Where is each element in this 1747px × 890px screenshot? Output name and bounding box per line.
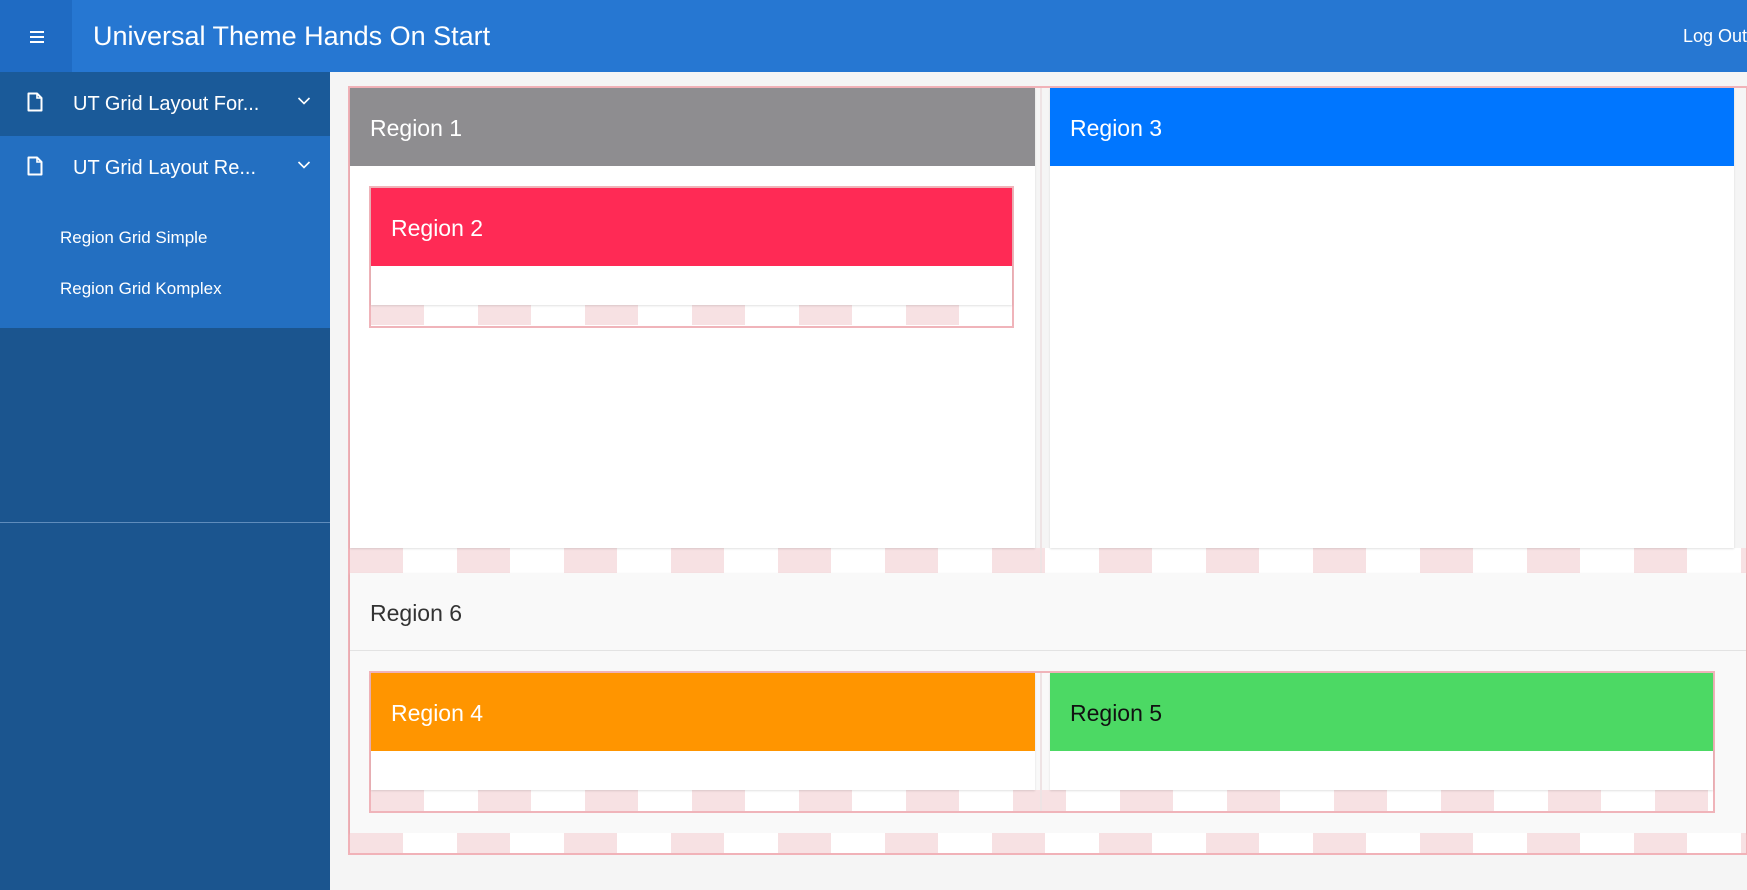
sidebar-subitem-region-grid-komplex[interactable]: Region Grid Komplex bbox=[60, 278, 222, 300]
region-2-header: Region 2 bbox=[371, 188, 1012, 266]
app-window: Universal Theme Hands On Start Log Out U… bbox=[0, 0, 1747, 890]
region-3: Region 3 bbox=[1050, 88, 1734, 548]
document-icon bbox=[27, 156, 43, 176]
grid-column-overlay bbox=[350, 833, 1746, 853]
region-2-title: Region 2 bbox=[391, 215, 484, 241]
chevron-down-icon[interactable] bbox=[297, 160, 311, 170]
region-4: Region 4 bbox=[371, 673, 1035, 790]
sidebar-subitem-region-grid-simple[interactable]: Region Grid Simple bbox=[60, 227, 207, 249]
region-6-title: Region 6 bbox=[370, 600, 463, 626]
sidebar-item-label: UT Grid Layout For... bbox=[73, 93, 260, 115]
region-1-title: Region 1 bbox=[370, 115, 463, 141]
region-3-header: Region 3 bbox=[1050, 88, 1734, 166]
sidebar-item-ut-grid-layout-region[interactable]: UT Grid Layout Re... bbox=[0, 136, 330, 200]
region-4-title: Region 4 bbox=[391, 700, 484, 726]
divider bbox=[0, 522, 330, 523]
column-divider bbox=[1040, 673, 1042, 811]
top-navigation-bar: Universal Theme Hands On Start Log Out bbox=[0, 0, 1747, 72]
region-2: Region 2 bbox=[371, 188, 1012, 305]
app-title[interactable]: Universal Theme Hands On Start bbox=[93, 20, 490, 52]
sidebar-navigation: UT Grid Layout For... UT Grid Layout Re.… bbox=[0, 72, 330, 890]
region-5-title: Region 5 bbox=[1070, 700, 1163, 726]
region-5: Region 5 bbox=[1050, 673, 1713, 790]
column-divider bbox=[1040, 88, 1042, 573]
region-5-header: Region 5 bbox=[1050, 673, 1713, 751]
sidebar-item-ut-grid-layout-form[interactable]: UT Grid Layout For... bbox=[0, 72, 330, 136]
region-3-title: Region 3 bbox=[1070, 115, 1163, 141]
grid-column-overlay bbox=[350, 548, 1746, 573]
sidebar-subnav: Region Grid Simple Region Grid Komplex bbox=[0, 200, 330, 328]
grid-column-overlay bbox=[371, 305, 1012, 325]
hamburger-menu-icon bbox=[30, 31, 44, 33]
region-1-header: Region 1 bbox=[350, 88, 1035, 166]
document-icon bbox=[27, 92, 43, 112]
grid-column-overlay bbox=[371, 790, 1713, 811]
sidebar-item-label: UT Grid Layout Re... bbox=[73, 157, 257, 179]
region-4-header: Region 4 bbox=[371, 673, 1035, 751]
hamburger-menu-button[interactable] bbox=[0, 0, 72, 72]
region-6-header: Region 6 bbox=[350, 573, 1746, 651]
logout-link[interactable]: Log Out bbox=[1683, 24, 1747, 48]
chevron-down-icon[interactable] bbox=[297, 96, 311, 106]
